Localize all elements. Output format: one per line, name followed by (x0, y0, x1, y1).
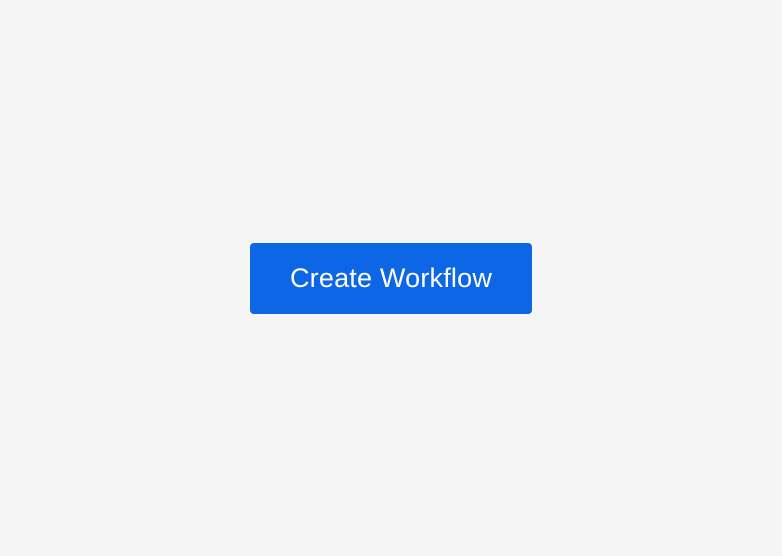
create-workflow-button[interactable]: Create Workflow (250, 243, 532, 314)
